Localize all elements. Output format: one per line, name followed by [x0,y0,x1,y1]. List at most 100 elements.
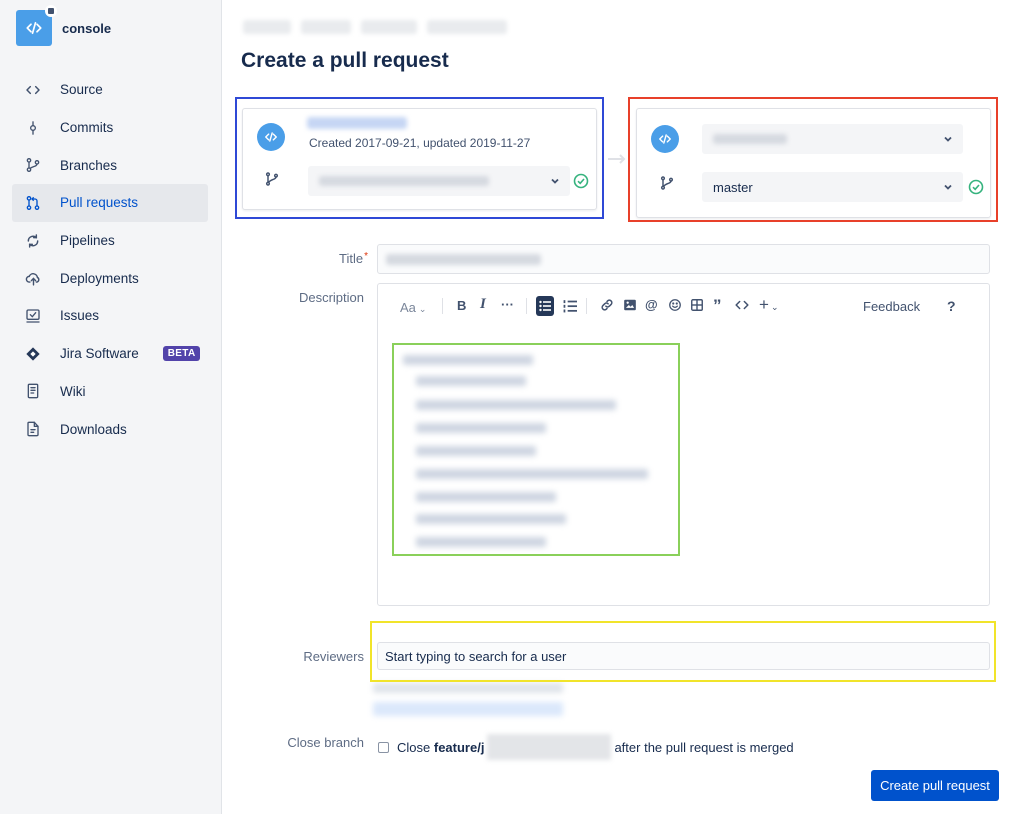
close-branch-name: feature/j [433,739,485,755]
emoji-icon [669,299,681,311]
beta-badge: BETA [162,346,201,362]
more-formatting-button[interactable]: ··· [501,297,514,312]
destination-highlight-frame [628,97,998,222]
close-branch-prefix: Close [397,739,431,755]
issues-icon [24,307,42,325]
sidebar-item-downloads[interactable]: Downloads [12,410,208,448]
bullet-list-icon [539,300,551,312]
sidebar-item-pipelines[interactable]: Pipelines [12,222,208,260]
sidebar-item-label: Pipelines [60,233,115,249]
emoji-button[interactable] [668,298,682,312]
image-button[interactable] [623,298,637,312]
title-input[interactable] [377,244,990,274]
mention-icon: @ [645,297,658,312]
close-branch-option: Close feature/j after the pull request is… [378,734,794,760]
close-branch-name-redacted [487,734,612,760]
toolbar-divider [586,298,587,314]
arrow-right-icon [608,154,626,164]
sidebar-item-label: Issues [60,308,100,324]
chevron-down-icon: ⌄ [418,304,427,314]
breadcrumb-item[interactable] [243,20,291,34]
sidebar-item-label: Wiki [60,383,86,399]
sidebar-nav: Source Commits Branches Pull requests Pi… [12,71,208,448]
text-style-label: Aa [400,300,416,315]
sidebar-item-issues[interactable]: Issues [12,297,208,335]
source-highlight-frame [235,97,604,219]
insert-button[interactable]: + ⌄ [759,295,778,315]
bold-button[interactable]: B [457,298,466,313]
reviewers-hint [373,683,563,693]
sidebar-item-label: Deployments [60,270,139,286]
title-label: Title* [300,251,368,266]
repo-avatar [16,5,57,46]
quote-button[interactable]: ” [713,296,722,316]
more-icon: ··· [501,297,514,312]
image-icon [624,299,636,311]
sidebar-item-label: Jira Software [60,346,139,362]
required-marker: * [364,251,368,262]
title-value [386,254,541,265]
wiki-icon [24,382,42,400]
sidebar: console Source Commits Branches Pull req… [0,0,222,814]
sidebar-item-branches[interactable]: Branches [12,146,208,184]
sidebar-item-commits[interactable]: Commits [12,109,208,147]
bullet-list-button[interactable] [536,296,554,316]
plus-icon: + [759,295,769,314]
lock-icon [45,5,57,17]
code-icon [26,21,42,35]
close-branch-label: Close branch [287,735,364,750]
sidebar-item-label: Source [60,82,103,98]
code-button[interactable] [735,298,749,312]
pipelines-icon [24,232,42,250]
cloud-upload-icon [24,269,42,287]
mention-button[interactable]: @ [645,297,658,312]
quote-icon: ” [713,296,722,315]
breadcrumb-item[interactable] [361,20,417,34]
sidebar-item-label: Pull requests [60,195,139,211]
breadcrumb-item[interactable] [301,20,351,34]
sidebar-item-wiki[interactable]: Wiki [12,373,208,411]
reviewers-label: Reviewers [303,649,364,664]
sidebar-item-label: Downloads [60,421,127,437]
sidebar-item-deployments[interactable]: Deployments [12,259,208,297]
close-branch-checkbox[interactable] [378,741,389,753]
close-branch-suffix: after the pull request is merged [614,739,794,755]
description-label: Description [298,290,364,305]
editor-toolbar: Aa ⌄ B I ··· @ ” + ⌄ Feedback ? [378,284,989,328]
sidebar-item-source[interactable]: Source [12,71,208,109]
reviewers-hint-link[interactable] [373,702,563,716]
italic-icon: I [480,296,486,312]
jira-icon [24,345,42,363]
bold-icon: B [457,298,467,313]
sidebar-item-jira-software[interactable]: Jira Software BETA [12,335,208,373]
toolbar-divider [442,298,443,314]
toolbar-divider [526,298,527,314]
link-button[interactable] [600,298,614,312]
code-icon [735,300,749,310]
numbered-list-button[interactable] [563,299,577,313]
title-label-text: Title [339,251,364,266]
feedback-link[interactable]: Feedback [863,299,920,314]
table-button[interactable] [690,298,704,312]
description-highlight-frame [392,343,680,556]
link-icon [601,299,613,311]
breadcrumb-item[interactable] [427,20,507,34]
sidebar-item-pull-requests[interactable]: Pull requests [12,184,208,222]
numbered-list-icon [563,300,577,313]
chevron-down-icon: ⌄ [770,302,779,312]
repo-header[interactable]: console [16,5,112,46]
help-button[interactable]: ? [947,298,956,314]
breadcrumb[interactable] [243,20,507,34]
pull-request-icon [24,194,42,212]
text-style-dropdown[interactable]: Aa ⌄ [400,300,426,315]
reviewers-highlight-frame [370,621,996,682]
sidebar-item-label: Branches [60,157,118,173]
commit-icon [24,119,42,137]
code-icon [24,81,42,99]
page-title: Create a pull request [241,49,449,72]
create-pull-request-button[interactable]: Create pull request [871,770,999,801]
italic-button[interactable]: I [480,296,486,313]
sidebar-item-label: Commits [60,120,114,136]
repo-name: console [62,20,112,36]
branch-icon [24,156,42,174]
